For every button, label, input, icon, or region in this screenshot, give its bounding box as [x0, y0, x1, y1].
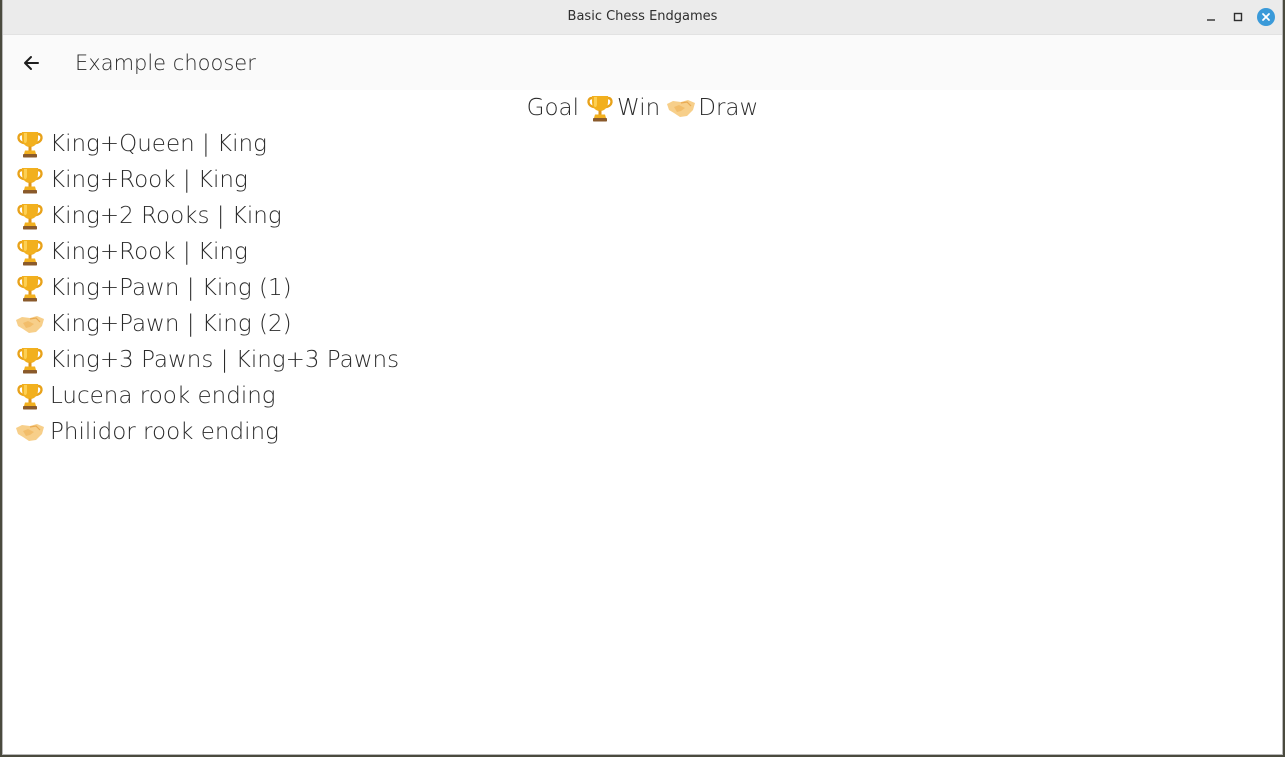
minimize-icon: [1207, 19, 1215, 21]
goal-win-label: Win: [617, 95, 661, 121]
app-bar: Example chooser: [3, 35, 1282, 90]
list-item-label: King+Pawn | King (2): [50, 311, 292, 337]
maximize-button[interactable]: [1229, 8, 1247, 26]
trophy-icon: [15, 237, 45, 267]
list-item[interactable]: King+Pawn | King (1): [15, 270, 1282, 306]
trophy-icon: [15, 273, 45, 303]
back-button[interactable]: [17, 49, 45, 77]
list-item-label: King+Queen | King: [50, 131, 267, 157]
list-item[interactable]: Lucena rook ending: [15, 378, 1282, 414]
list-item[interactable]: King+Queen | King: [15, 126, 1282, 162]
window-titlebar[interactable]: Basic Chess Endgames: [3, 0, 1282, 35]
trophy-icon: [15, 165, 45, 195]
goal-draw: Draw: [666, 89, 758, 127]
goal-label: Goal: [526, 95, 580, 121]
trophy-icon: [585, 93, 615, 123]
close-button[interactable]: [1257, 8, 1275, 26]
goal-win: Win: [585, 89, 660, 127]
list-item-label: King+Pawn | King (1): [50, 275, 292, 301]
list-item-label: King+3 Pawns | King+3 Pawns: [50, 347, 400, 373]
handshake-icon: [15, 417, 45, 447]
goal-legend: Goal Win Draw: [3, 90, 1282, 126]
trophy-icon: [15, 345, 45, 375]
trophy-icon: [15, 129, 45, 159]
trophy-icon: [15, 381, 45, 411]
list-item-label: King+Rook | King: [50, 239, 248, 265]
handshake-icon: [666, 93, 696, 123]
list-item-label: King+2 Rooks | King: [50, 203, 282, 229]
trophy-icon: [15, 201, 45, 231]
arrow-left-icon: [24, 56, 39, 70]
list-item[interactable]: King+Rook | King: [15, 234, 1282, 270]
close-icon: [1262, 13, 1270, 21]
list-item-label: Philidor rook ending: [50, 419, 279, 445]
app-window: Basic Chess Endgames Example chooser Goa…: [3, 0, 1282, 754]
list-item-label: King+Rook | King: [50, 167, 248, 193]
window-title: Basic Chess Endgames: [567, 9, 718, 24]
list-item-label: Lucena rook ending: [50, 383, 276, 409]
minimize-button[interactable]: [1202, 8, 1220, 26]
list-item[interactable]: Philidor rook ending: [15, 414, 1282, 450]
handshake-icon: [15, 309, 45, 339]
page-title: Example chooser: [75, 51, 256, 75]
example-list: King+Queen | King King+Rook | King King+2 …: [3, 126, 1282, 450]
list-item[interactable]: King+Rook | King: [15, 162, 1282, 198]
list-item[interactable]: King+Pawn | King (2): [15, 306, 1282, 342]
goal-draw-label: Draw: [698, 95, 759, 121]
list-item[interactable]: King+2 Rooks | King: [15, 198, 1282, 234]
maximize-icon: [1233, 12, 1243, 22]
list-item[interactable]: King+3 Pawns | King+3 Pawns: [15, 342, 1282, 378]
